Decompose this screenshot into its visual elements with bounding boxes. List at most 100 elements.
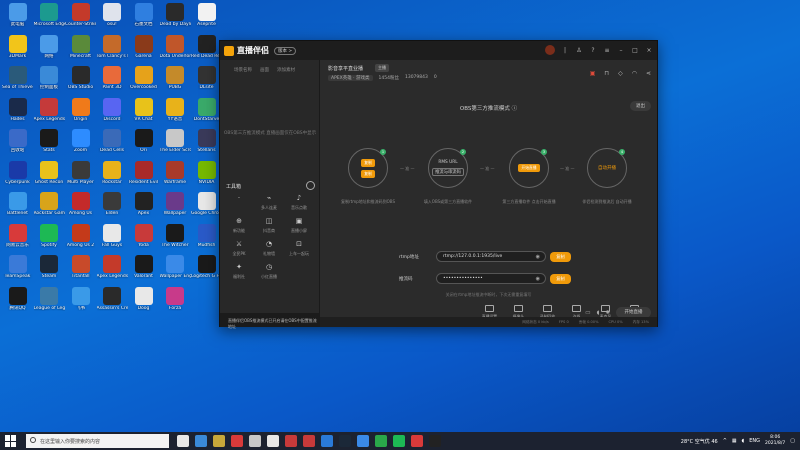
desktop-icon[interactable]: 此电脑 <box>2 2 33 35</box>
desktop-icon[interactable]: Dota Underlords <box>160 34 191 67</box>
desktop-icon[interactable]: Aseprite <box>191 2 222 35</box>
taskbar-app-icon[interactable] <box>195 435 207 447</box>
desktop-icon[interactable]: Ghost Recon <box>34 160 65 193</box>
desktop-icon[interactable]: Garena <box>128 34 159 67</box>
desktop-icon[interactable]: Discord <box>97 97 128 130</box>
toolbox-item[interactable]: ⚔ 全民PK <box>224 240 254 257</box>
desktop-icon[interactable]: DontStarve <box>191 97 222 130</box>
desktop-icon[interactable]: Wallpaper <box>160 191 191 224</box>
settings-icon[interactable]: ✺ <box>605 310 610 316</box>
desktop-icon[interactable]: Tom Clancy's Rainbow Six <box>97 34 128 67</box>
desktop-icon[interactable]: 网络 <box>34 34 65 67</box>
toolbox-item[interactable]: · <box>224 194 254 211</box>
desktop-icon[interactable]: Dead Cells <box>97 128 128 161</box>
toolbox-settings-icon[interactable] <box>306 181 315 190</box>
desktop-icon[interactable]: The Elder Scrolls <box>160 128 191 161</box>
taskbar-app-icon[interactable] <box>429 435 441 447</box>
copy-rtmp-button[interactable]: 复制 <box>550 252 571 262</box>
desktop-icon[interactable]: Elden <box>97 191 128 224</box>
toolbox-item[interactable]: ◫ 抖音商 <box>254 217 284 234</box>
desktop-icon[interactable]: TeamSpeak <box>2 254 33 287</box>
menu-icon[interactable]: ≡ <box>603 47 611 54</box>
taskbar-app-icon[interactable] <box>249 435 261 447</box>
weather-text[interactable]: 28°C 空气优 46 <box>681 438 718 445</box>
bell-icon[interactable]: ◠ <box>632 70 637 77</box>
desktop-icon[interactable]: Rockstar Games <box>34 191 65 224</box>
volume-tray-icon[interactable]: ◖ <box>742 438 745 444</box>
desktop-icon[interactable]: Mudfish <box>191 223 222 256</box>
toolbox-item[interactable]: ⊡ 上车一起玩 <box>284 240 314 257</box>
shield-icon[interactable]: ◇ <box>618 70 623 77</box>
taskbar-app-icon[interactable] <box>411 435 423 447</box>
toolbox-item[interactable]: ♪ 音乐点歌 <box>284 194 314 211</box>
tab-scene-name[interactable]: 场景名称 <box>234 67 252 73</box>
tab-add-source[interactable]: 添加素材 <box>277 67 295 73</box>
toolbox-item[interactable]: ✦ 福利社 <box>224 263 254 280</box>
desktop-icon[interactable]: Warframe <box>160 160 191 193</box>
version-pill[interactable]: 版本 > <box>274 46 297 55</box>
step-copy-button[interactable]: 复制 <box>361 158 375 167</box>
taskbar-app-icon[interactable] <box>303 435 315 447</box>
tray-chevron-icon[interactable]: ^ <box>723 438 727 444</box>
room-title[interactable]: 影音享平直业播 <box>328 65 363 72</box>
desktop-icon[interactable]: Minecraft <box>65 34 96 67</box>
desktop-icon[interactable]: Rockstar <box>97 160 128 193</box>
screen-icon[interactable]: ▭ <box>585 310 590 316</box>
desktop-icon[interactable]: League of Legends <box>34 286 65 319</box>
desktop-icon[interactable]: Origin <box>65 97 96 130</box>
desktop-icon[interactable]: 回收站 <box>2 128 33 161</box>
desktop-icon[interactable]: Overcooked <box>128 65 159 98</box>
desktop-icon[interactable]: YY语音 <box>160 97 191 130</box>
start-button[interactable] <box>5 435 17 447</box>
taskbar-app-icon[interactable] <box>321 435 333 447</box>
taskbar-app-icon[interactable] <box>231 435 243 447</box>
minimize-icon[interactable]: – <box>617 47 625 54</box>
toolbox-item[interactable]: ▣ 直播小屏 <box>284 217 314 234</box>
desktop-icon[interactable]: Microsoft Edge <box>34 2 65 35</box>
toolbox-item[interactable]: ⌁ 多人连麦 <box>254 194 284 211</box>
desktop-icon[interactable]: OBS Studio <box>65 65 96 98</box>
gift-icon[interactable]: ▣ <box>590 70 596 77</box>
desktop-icon[interactable]: 控制面板 <box>34 65 65 98</box>
desktop-icon[interactable]: 飞书 <box>65 286 96 319</box>
title-bar[interactable]: 直播伴侣 版本 > | ♙ ? ≡ – □ × <box>220 41 657 60</box>
desktop-icon[interactable]: NVIDIA <box>191 160 222 193</box>
taskbar-app-icon[interactable] <box>357 435 369 447</box>
taskbar-app-icon[interactable] <box>267 435 279 447</box>
toolbox-item[interactable]: ⊕ 新功能 <box>224 217 254 234</box>
rtmp-url-field[interactable]: rtmp://127.0.0.1:1935/live ◉ <box>436 251 546 262</box>
desktop-icon[interactable]: Logitech G HUB <box>191 254 222 287</box>
desktop-icon[interactable]: Ori <box>128 128 159 161</box>
desktop-icon[interactable]: Paint 3D <box>97 65 128 98</box>
taskbar-app-icon[interactable] <box>213 435 225 447</box>
stream-key-field[interactable]: ••••••••••••••• ◉ <box>436 273 546 284</box>
network-icon[interactable]: ▦ <box>732 438 737 444</box>
room-category[interactable]: APEX英雄 · 游戏类 <box>328 75 373 81</box>
desktop-icon[interactable]: Zoom <box>65 128 96 161</box>
eye-icon[interactable]: ◉ <box>536 254 540 260</box>
desktop-icon[interactable]: 3DMark <box>2 34 33 67</box>
desktop-icon[interactable]: Stats <box>34 128 65 161</box>
desktop-icon[interactable]: Among Us 2 <box>65 223 96 256</box>
desktop-icon[interactable]: The Witcher <box>160 223 191 256</box>
desktop-icon[interactable]: Cyberpunk <box>2 160 33 193</box>
close-icon[interactable]: × <box>645 47 653 54</box>
desktop-icon[interactable]: Valorant <box>128 254 159 287</box>
taskbar-app-icon[interactable] <box>285 435 297 447</box>
desktop-icon[interactable]: Yoda <box>128 223 159 256</box>
volume-icon[interactable]: ◖ <box>596 310 599 316</box>
desktop-icon[interactable]: Battlenet <box>2 191 33 224</box>
desktop-icon[interactable]: Hades <box>2 97 33 130</box>
desktop-icon[interactable]: Wallpaper Engine <box>160 254 191 287</box>
desktop-icon[interactable]: 腾讯QQ <box>2 286 33 319</box>
desktop-icon[interactable]: Steam <box>34 254 65 287</box>
desktop-icon[interactable]: Stellaris <box>191 128 222 161</box>
desktop-icon[interactable]: 网易云音乐 <box>2 223 33 256</box>
copy-key-button[interactable]: 复制 <box>550 274 571 284</box>
desktop-icon[interactable]: Counter-Strike Global Offensive <box>65 2 96 35</box>
share-icon[interactable]: ⋖ <box>646 70 651 77</box>
exit-mode-button[interactable]: 退出 <box>630 101 651 111</box>
taskbar-app-icon[interactable] <box>393 435 405 447</box>
toolbox-item[interactable]: ◔ 礼物墙 <box>254 240 284 257</box>
desktop-icon[interactable]: PUBG <box>160 65 191 98</box>
